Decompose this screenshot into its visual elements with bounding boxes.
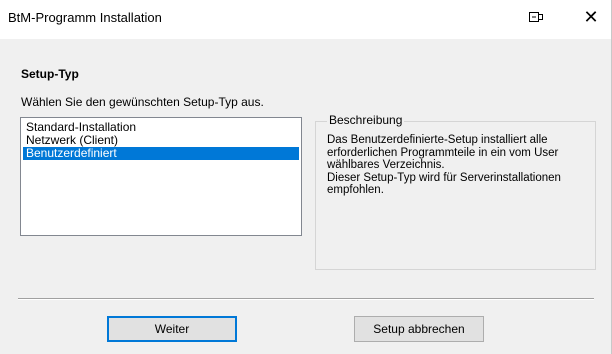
next-button[interactable]: Weiter xyxy=(107,316,237,342)
description-line: erforderlichen Programmteile in ein vom … xyxy=(327,146,559,159)
title-bar[interactable]: BtM-Programm Installation ✕ xyxy=(0,0,611,39)
section-title: Setup-Typ xyxy=(21,67,79,81)
description-text: Das Benutzerdefinierte-Setup installiert… xyxy=(327,134,589,197)
description-line: Dieser Setup-Typ wird für Serverinstalla… xyxy=(327,171,561,184)
description-line: wählbares Verzeichnis. xyxy=(327,159,445,171)
description-line: empfohlen. xyxy=(327,184,384,196)
installer-window: BtM-Programm Installation ✕ Setup-Typ Wä… xyxy=(0,0,612,354)
setup-type-list[interactable]: Standard-Installation Netzwerk (Client) … xyxy=(20,117,302,236)
cancel-setup-button[interactable]: Setup abbrechen xyxy=(354,316,484,342)
description-legend: Beschreibung xyxy=(327,113,405,127)
instruction-text: Wählen Sie den gewünschten Setup-Typ aus… xyxy=(21,95,264,109)
close-icon[interactable]: ✕ xyxy=(580,6,602,28)
divider-highlight xyxy=(18,299,594,300)
description-line: Das Benutzerdefinierte-Setup installiert… xyxy=(327,134,548,146)
pin-icon[interactable] xyxy=(525,6,547,28)
list-item-benutzerdefiniert[interactable]: Benutzerdefiniert xyxy=(23,147,299,160)
window-title: BtM-Programm Installation xyxy=(8,10,162,25)
